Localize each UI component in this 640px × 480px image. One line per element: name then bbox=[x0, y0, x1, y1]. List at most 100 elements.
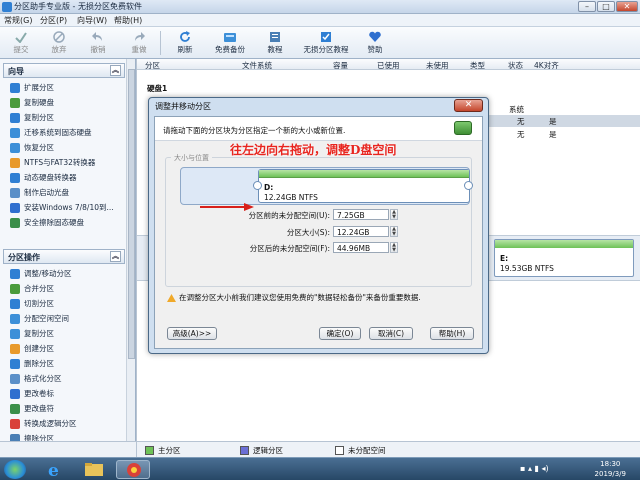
row-status: 系统 bbox=[509, 105, 524, 114]
legend-bar: 主分区 逻辑分区 未分配空间 bbox=[137, 441, 640, 457]
legend-swatch bbox=[335, 446, 344, 455]
table-row[interactable]: 无 是 bbox=[489, 128, 640, 140]
ops-item-label: 复制分区 bbox=[24, 329, 54, 338]
ops-item-label: 分配空闲空间 bbox=[24, 314, 69, 323]
unallocated-before-input[interactable]: 7.25GB bbox=[333, 209, 389, 220]
ops-item[interactable]: 创建分区 bbox=[10, 343, 54, 358]
resize-move-dialog: 调整并移动分区 ✕ 请拖动下面的分区块为分区指定一个新的大小或新位置. 大小与位… bbox=[148, 97, 489, 354]
menu-help[interactable]: 帮助(H) bbox=[114, 15, 142, 26]
ops-item[interactable]: 更改卷标 bbox=[10, 388, 54, 403]
wizard-item[interactable]: 动态硬盘转换器 bbox=[10, 172, 77, 187]
wizard-item[interactable]: 制作启动光盘 bbox=[10, 187, 69, 202]
collapse-chevron-icon[interactable]: ︽ bbox=[110, 65, 121, 76]
col-used[interactable]: 已使用 bbox=[377, 60, 400, 71]
left-resize-handle[interactable] bbox=[253, 181, 262, 190]
unallocated-after-input[interactable]: 44.96MB bbox=[333, 242, 389, 253]
wizard-item-label: 复制硬盘 bbox=[24, 98, 54, 107]
sponsor-button[interactable]: 赞助 bbox=[362, 29, 388, 57]
free-backup-button[interactable]: 免费备份 bbox=[210, 29, 250, 57]
backup-icon bbox=[224, 33, 236, 42]
ops-item[interactable]: 更改盘符 bbox=[10, 403, 54, 418]
discard-icon bbox=[53, 31, 65, 43]
advanced-button[interactable]: 高级(A)>> bbox=[167, 327, 217, 340]
col-status[interactable]: 状态 bbox=[508, 60, 523, 71]
partition-assistant-taskbar-button[interactable] bbox=[116, 460, 150, 479]
wizard-item-label: 制作启动光盘 bbox=[24, 188, 69, 197]
start-button[interactable] bbox=[4, 460, 26, 479]
redo-icon bbox=[135, 32, 145, 41]
clock[interactable]: 18:30 2019/3/9 bbox=[595, 458, 626, 479]
spinner-icon[interactable]: ▲ ▼ bbox=[390, 226, 398, 237]
collapse-chevron-icon[interactable]: ︽ bbox=[110, 251, 121, 262]
wizard-item-label: 安全擦除固态硬盘 bbox=[24, 218, 84, 227]
ops-item[interactable]: 转换成逻辑分区 bbox=[10, 418, 77, 433]
wizard-item[interactable]: 安装Windows 7/8/10到... bbox=[10, 202, 114, 217]
spinner-icon[interactable]: ▲ ▼ bbox=[390, 242, 398, 253]
wizard-item-icon bbox=[10, 142, 20, 153]
ops-item-icon bbox=[10, 358, 20, 369]
redo-button[interactable]: 重做 bbox=[126, 29, 152, 57]
wizard-item[interactable]: 安全擦除固态硬盘 bbox=[10, 217, 84, 232]
submit-button[interactable]: 提交 bbox=[8, 29, 34, 57]
ops-item[interactable]: 合并分区 bbox=[10, 283, 54, 298]
col-partition[interactable]: 分区 bbox=[145, 60, 160, 71]
lossless-tutorial-icon bbox=[321, 32, 331, 42]
col-4k-align[interactable]: 4K对齐 bbox=[534, 60, 559, 71]
undo-button[interactable]: 撤销 bbox=[85, 29, 111, 57]
minimize-button[interactable]: – bbox=[578, 1, 596, 12]
explorer-taskbar-button[interactable] bbox=[78, 460, 110, 479]
spinner-icon[interactable]: ▲ ▼ bbox=[390, 209, 398, 220]
col-unused[interactable]: 未使用 bbox=[426, 60, 449, 71]
ops-item[interactable]: 分配空闲空间 bbox=[10, 313, 69, 328]
dialog-close-button[interactable]: ✕ bbox=[454, 99, 483, 112]
wizard-item[interactable]: 扩展分区 bbox=[10, 82, 54, 97]
partition-block[interactable]: D: 12.24GB NTFS bbox=[258, 169, 470, 203]
undo-icon bbox=[92, 32, 102, 41]
discard-button[interactable]: 放弃 bbox=[46, 29, 72, 57]
cancel-button[interactable]: 取消(C) bbox=[369, 327, 413, 340]
wizard-item[interactable]: 迁移系统到固态硬盘 bbox=[10, 127, 92, 142]
col-capacity[interactable]: 容量 bbox=[333, 60, 348, 71]
legend-primary: 主分区 bbox=[145, 445, 181, 456]
ops-item-icon bbox=[10, 403, 20, 414]
tutorial-icon bbox=[270, 32, 280, 42]
menu-partition[interactable]: 分区(P) bbox=[40, 15, 67, 26]
ok-button[interactable]: 确定(O) bbox=[319, 327, 361, 340]
col-filesystem[interactable]: 文件系统 bbox=[242, 60, 272, 71]
wizard-panel-header[interactable]: 向导 ︽ bbox=[3, 63, 125, 78]
left-scrollbar[interactable] bbox=[126, 59, 135, 441]
menu-general[interactable]: 常规(G) bbox=[4, 15, 32, 26]
col-type[interactable]: 类型 bbox=[470, 60, 485, 71]
wizard-item[interactable]: 复制分区 bbox=[10, 112, 54, 127]
ops-panel-header[interactable]: 分区操作 ︽ bbox=[3, 249, 125, 264]
partition-size-input[interactable]: 12.24GB bbox=[333, 226, 389, 237]
help-button[interactable]: 帮助(H) bbox=[430, 327, 474, 340]
ops-item-label: 合并分区 bbox=[24, 284, 54, 293]
lossless-tutorial-button[interactable]: 无损分区教程 bbox=[300, 29, 352, 57]
wizard-item-icon bbox=[10, 157, 20, 168]
ops-item[interactable]: 调整/移动分区 bbox=[10, 268, 72, 283]
scroll-thumb[interactable] bbox=[128, 69, 135, 359]
wizard-item-label: 恢复分区 bbox=[24, 143, 54, 152]
wizard-item[interactable]: 复制硬盘 bbox=[10, 97, 54, 112]
disk-map-partition-e[interactable]: E: 19.53GB NTFS bbox=[494, 239, 634, 277]
ops-item[interactable]: 复制分区 bbox=[10, 328, 54, 343]
wizard-item[interactable]: 恢复分区 bbox=[10, 142, 54, 157]
app-icon bbox=[2, 2, 12, 12]
ops-item[interactable]: 删除分区 bbox=[10, 358, 54, 373]
table-row[interactable]: 无 是 bbox=[489, 115, 640, 127]
ops-item[interactable]: 切割分区 bbox=[10, 298, 54, 313]
refresh-button[interactable]: 刷新 bbox=[172, 29, 198, 57]
ops-item-label: 转换成逻辑分区 bbox=[24, 419, 77, 428]
tutorial-button[interactable]: 教程 bbox=[262, 29, 288, 57]
wizard-item[interactable]: NTFS与FAT32转换器 bbox=[10, 157, 95, 172]
ops-item[interactable]: 格式化分区 bbox=[10, 373, 62, 388]
ie-taskbar-button[interactable]: e bbox=[40, 460, 70, 480]
wizard-item-icon bbox=[10, 127, 20, 138]
tray-icons[interactable]: ▪ ▴ ▮ ◂) bbox=[520, 464, 580, 474]
right-resize-handle[interactable] bbox=[464, 181, 473, 190]
menu-wizard[interactable]: 向导(W) bbox=[77, 15, 107, 26]
maximize-button[interactable]: □ bbox=[597, 1, 615, 12]
close-button[interactable]: ✕ bbox=[616, 1, 638, 12]
field-label-before: 分区前的未分配空间(U): bbox=[248, 211, 330, 220]
